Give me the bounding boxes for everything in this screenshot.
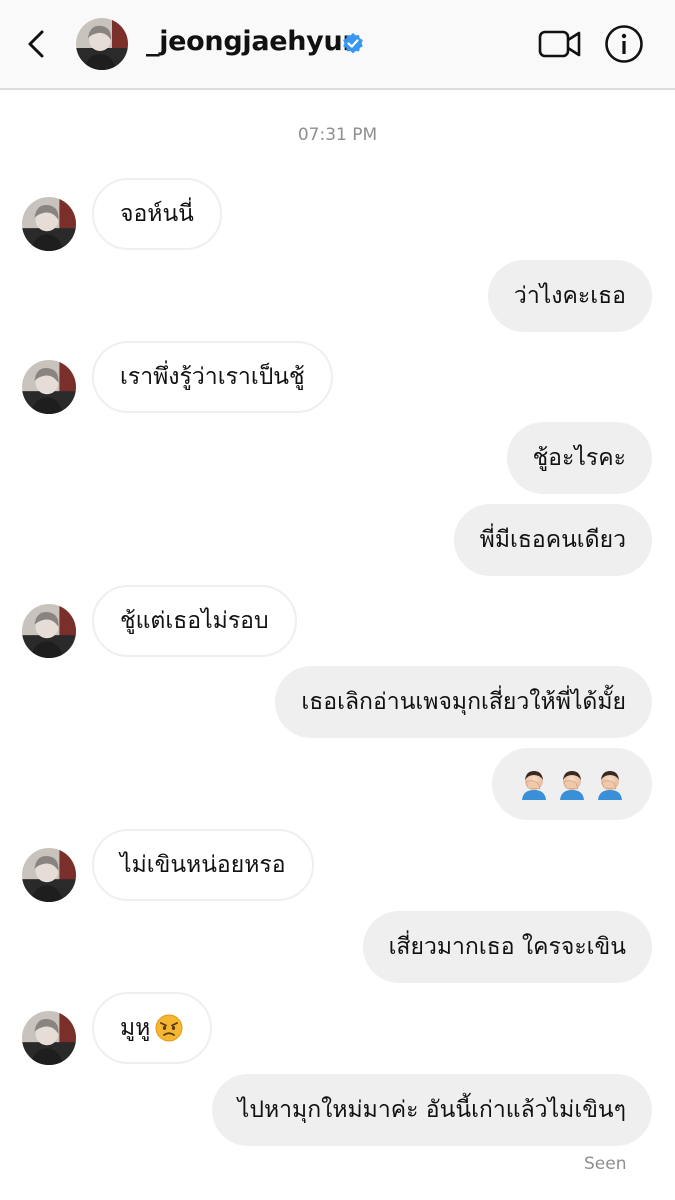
angry-face-emoji-icon [155, 1014, 183, 1042]
sender-avatar[interactable] [22, 197, 76, 251]
incoming-message[interactable]: จอห์นนี่ [92, 178, 222, 250]
outgoing-message[interactable]: เสี่ยวมากเธอ ใครจะเขิน [362, 911, 652, 983]
chat-username[interactable]: _jeongjaehyun [146, 26, 362, 57]
outgoing-message[interactable]: ว่าไงคะเธอ [487, 260, 652, 332]
info-icon[interactable] [604, 24, 644, 64]
profile-avatar[interactable] [76, 18, 128, 70]
outgoing-message[interactable]: ชู้อะไรคะ [506, 422, 652, 494]
sender-avatar[interactable] [22, 360, 76, 414]
message-timestamp: 07:31 PM [297, 125, 378, 145]
outgoing-emoji-message[interactable] [492, 748, 652, 820]
seen-status: Seen [584, 1154, 627, 1174]
incoming-message[interactable]: มูหู [92, 992, 213, 1064]
man-facepalming-emoji-icon [522, 771, 546, 800]
verified-badge-icon [343, 33, 363, 54]
outgoing-message[interactable]: เธอเลิกอ่านเพจมุกเสี่ยวให้พี่ได้มั้ย [275, 666, 652, 738]
incoming-message-text: มูหู [120, 1015, 151, 1041]
sender-avatar[interactable] [22, 848, 76, 902]
incoming-message[interactable]: ไม่เขินหน่อยหรอ [92, 829, 314, 901]
chat-header: _jeongjaehyun [0, 0, 675, 90]
video-call-icon[interactable] [538, 26, 582, 62]
back-arrow-icon[interactable] [20, 24, 54, 64]
outgoing-message[interactable]: พี่มีเธอคนเดียว [453, 504, 652, 576]
man-facepalming-emoji-icon [560, 771, 584, 800]
sender-avatar[interactable] [22, 1011, 76, 1065]
incoming-message[interactable]: เราพึ่งรู้ว่าเราเป็นชู้ [92, 341, 333, 413]
man-facepalming-emoji-icon [598, 771, 622, 800]
outgoing-message[interactable]: ไปหามุกใหม่มาค่ะ อันนี้เก่าแล้วไม่เขินๆ [211, 1074, 652, 1146]
sender-avatar[interactable] [22, 604, 76, 658]
incoming-message[interactable]: ชู้แต่เธอไม่รอบ [92, 585, 297, 657]
